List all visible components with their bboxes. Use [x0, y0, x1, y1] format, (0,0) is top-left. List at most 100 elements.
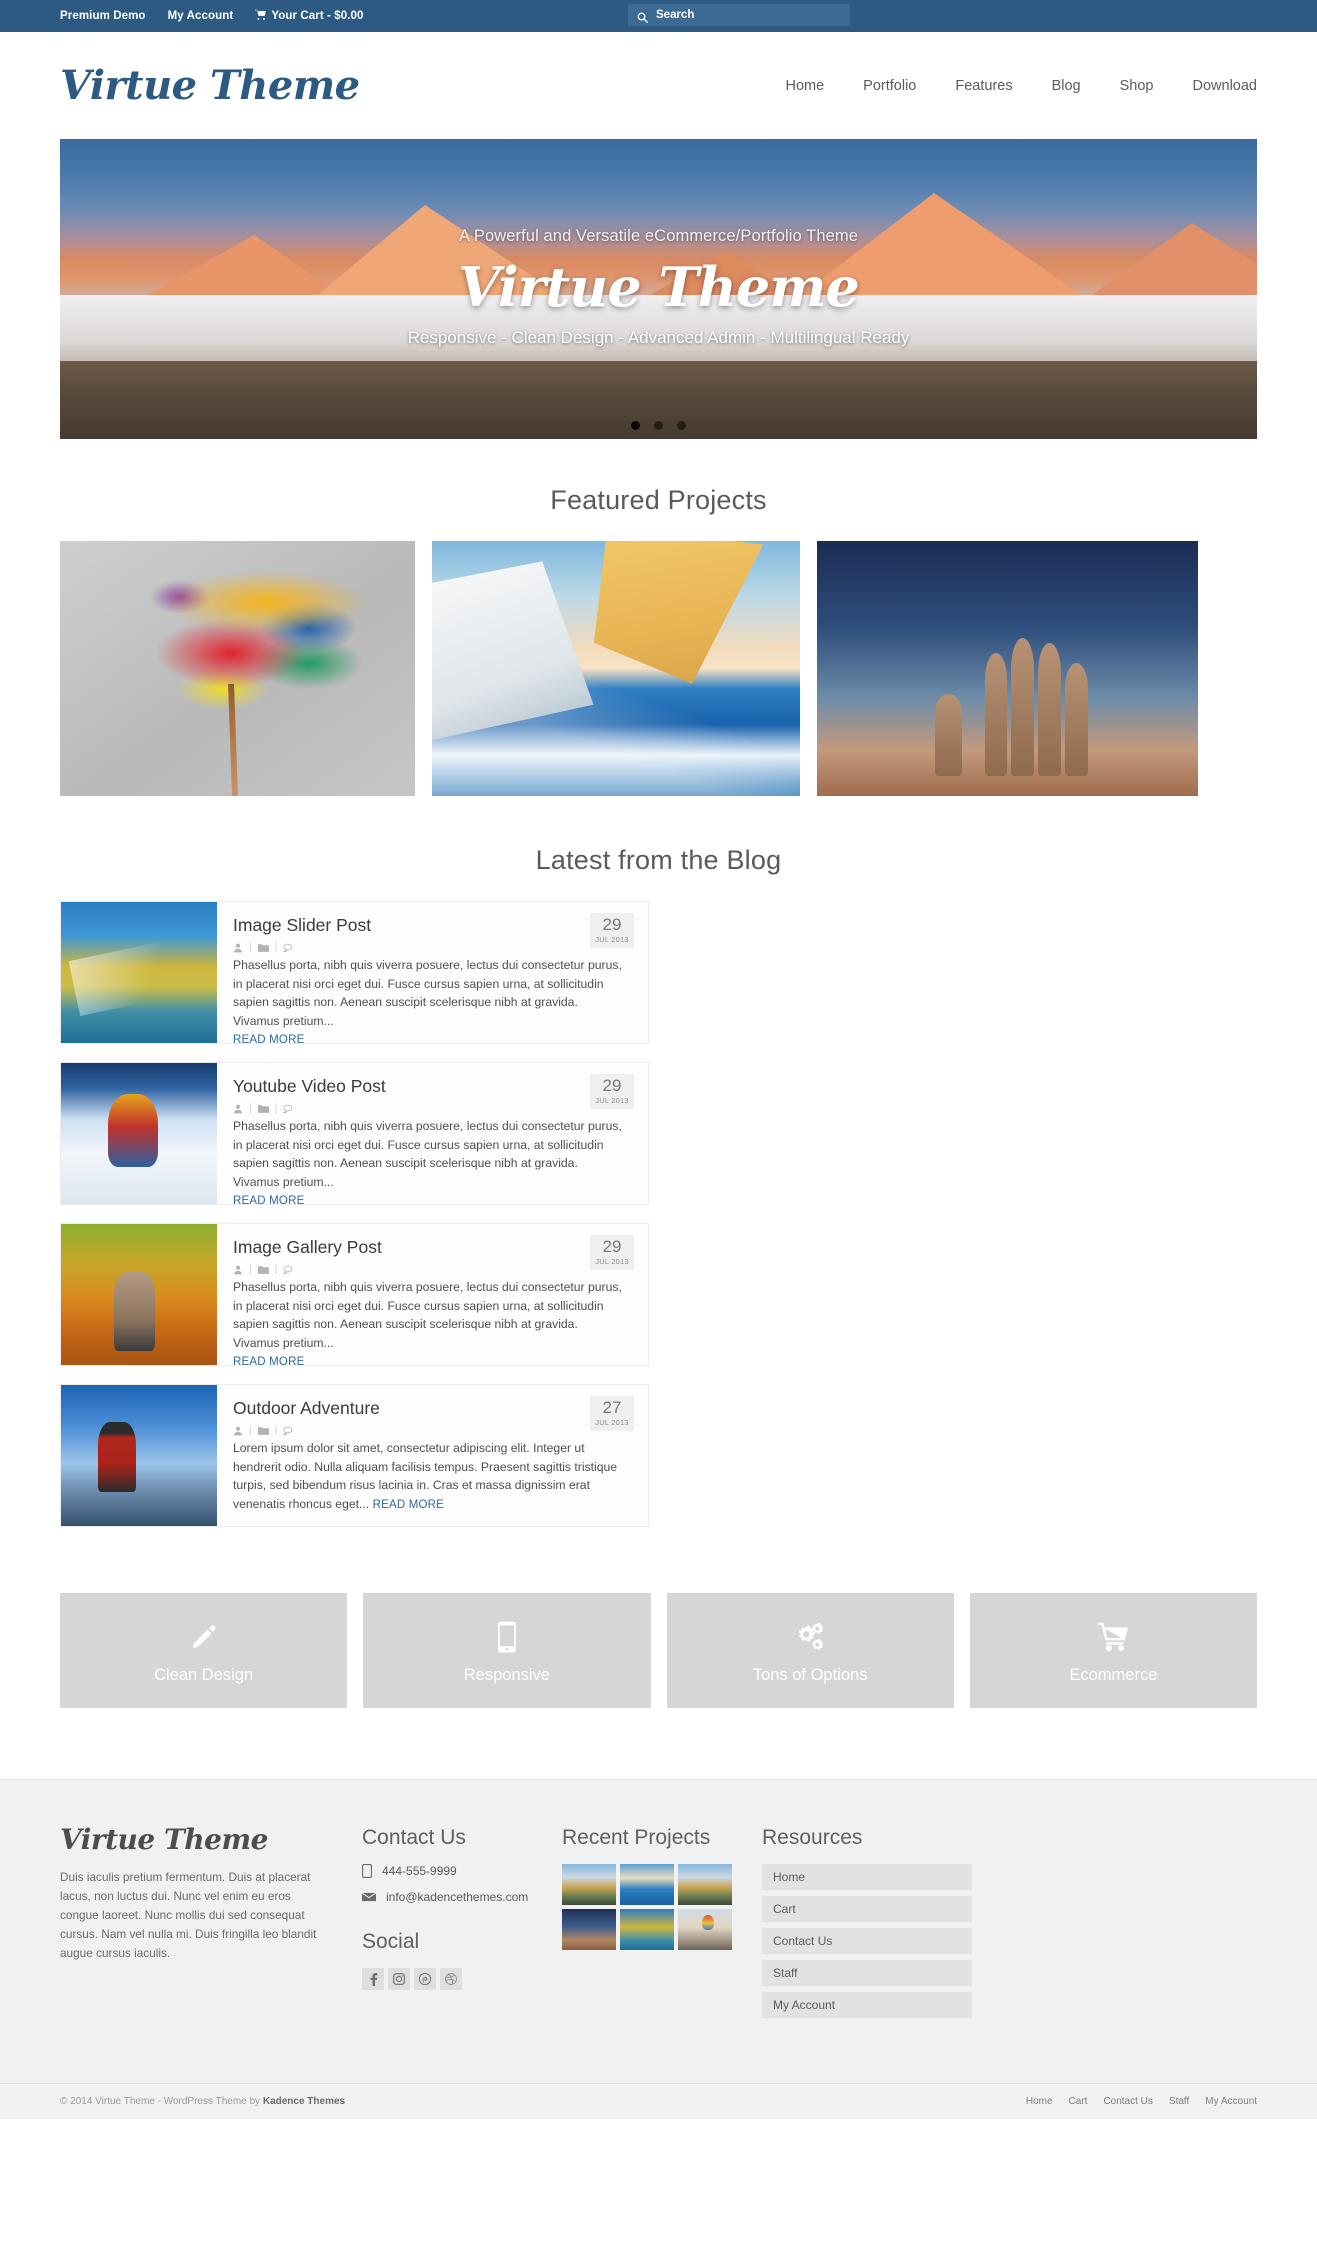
- blog-post-card[interactable]: Outdoor Adventure 27 JUL 2013 | | Lorem …: [60, 1384, 649, 1527]
- hero-subtitle-top: A Powerful and Versatile eCommerce/Portf…: [458, 227, 859, 245]
- blog-post-card[interactable]: Image Gallery Post 29 JUL 2013 | | Phase…: [60, 1223, 649, 1366]
- feature-box-label: Clean Design: [154, 1666, 254, 1684]
- post-date-day: 29: [602, 1076, 622, 1095]
- recent-project-thumb[interactable]: [620, 1909, 674, 1950]
- post-date-day: 27: [602, 1398, 622, 1417]
- recent-project-thumb[interactable]: [678, 1909, 732, 1950]
- post-date-month: JUL 2013: [595, 1257, 629, 1266]
- category-icon[interactable]: [257, 1104, 269, 1114]
- post-title[interactable]: Youtube Video Post: [233, 1076, 632, 1096]
- recent-project-thumb[interactable]: [562, 1864, 616, 1905]
- category-icon[interactable]: [257, 943, 269, 953]
- category-icon[interactable]: [257, 1426, 269, 1436]
- footer-phone-row[interactable]: 444-555-9999: [362, 1864, 562, 1878]
- search-box[interactable]: [628, 4, 850, 26]
- slider-pagination[interactable]: [60, 421, 1257, 430]
- nav-item-portfolio[interactable]: Portfolio: [863, 78, 916, 94]
- post-thumbnail[interactable]: [61, 1063, 217, 1204]
- feature-box-clean-design[interactable]: Clean Design: [60, 1593, 348, 1708]
- comment-icon[interactable]: [283, 1265, 294, 1275]
- site-logo[interactable]: Virtue Theme: [60, 65, 360, 106]
- comment-icon[interactable]: [283, 943, 294, 953]
- instagram-icon[interactable]: [388, 1968, 410, 1990]
- footer-recent-projects-column: Recent Projects: [562, 1826, 762, 2018]
- feature-box-responsive[interactable]: Responsive: [363, 1593, 651, 1708]
- comment-icon[interactable]: [283, 1104, 294, 1114]
- resource-item-my-account[interactable]: My Account: [762, 1992, 972, 2018]
- slider-dot-3[interactable]: [677, 421, 686, 430]
- recent-project-thumb[interactable]: [562, 1909, 616, 1950]
- category-icon[interactable]: [257, 1265, 269, 1275]
- author-icon[interactable]: [233, 943, 243, 953]
- post-thumbnail[interactable]: [61, 902, 217, 1043]
- search-input[interactable]: [656, 9, 841, 21]
- copyright-nav-home[interactable]: Home: [1026, 2096, 1053, 2107]
- post-excerpt-text: Phasellus porta, nibh quis viverra posue…: [233, 958, 622, 1028]
- resource-item-contact-us[interactable]: Contact Us: [762, 1928, 972, 1954]
- copyright-nav-staff[interactable]: Staff: [1169, 2096, 1189, 2107]
- post-meta: | |: [233, 942, 632, 953]
- top-link-premium-demo[interactable]: Premium Demo: [60, 10, 146, 22]
- dribbble-icon[interactable]: [440, 1968, 462, 1990]
- top-link-label: Premium Demo: [60, 10, 146, 22]
- nav-item-blog[interactable]: Blog: [1052, 78, 1081, 94]
- post-title[interactable]: Image Gallery Post: [233, 1237, 632, 1257]
- nav-item-download[interactable]: Download: [1193, 78, 1258, 94]
- resource-item-home[interactable]: Home: [762, 1864, 972, 1890]
- blog-post-card[interactable]: Image Slider Post 29 JUL 2013 | | Phasel…: [60, 901, 649, 1044]
- footer-logo[interactable]: Virtue Theme: [60, 1826, 330, 1854]
- resource-item-staff[interactable]: Staff: [762, 1960, 972, 1986]
- footer-contact-column: Contact Us 444-555-9999 info@kadencethem…: [362, 1826, 562, 2018]
- recent-project-thumb[interactable]: [620, 1864, 674, 1905]
- project-paint-splash[interactable]: [60, 541, 415, 796]
- envelope-icon: [362, 1892, 376, 1902]
- nav-item-features[interactable]: Features: [955, 78, 1012, 94]
- footer-about-column: Virtue Theme Duis iaculis pretium fermen…: [60, 1826, 330, 2018]
- read-more-link[interactable]: READ MORE: [233, 1356, 304, 1365]
- top-link-your-cart[interactable]: Your Cart - $0.00: [255, 9, 363, 23]
- meta-separator: |: [249, 1103, 252, 1115]
- post-thumbnail[interactable]: [61, 1385, 217, 1526]
- paint-splash-image: [60, 541, 415, 796]
- post-title[interactable]: Image Slider Post: [233, 915, 632, 935]
- copyright-nav-cart[interactable]: Cart: [1069, 2096, 1088, 2107]
- blog-post-card[interactable]: Youtube Video Post 29 JUL 2013 | | Phase…: [60, 1062, 649, 1205]
- copyright-nav-my-account[interactable]: My Account: [1205, 2096, 1257, 2107]
- post-meta: | |: [233, 1425, 632, 1436]
- nav-item-shop[interactable]: Shop: [1120, 78, 1154, 94]
- copyright-brand[interactable]: Kadence Themes: [263, 2096, 345, 2107]
- phone-icon: [362, 1864, 372, 1878]
- facebook-icon[interactable]: [362, 1968, 384, 1990]
- read-more-link[interactable]: READ MORE: [233, 1034, 304, 1043]
- pinterest-icon[interactable]: [414, 1968, 436, 1990]
- project-hand-sculpture[interactable]: [817, 541, 1198, 796]
- top-link-my-account[interactable]: My Account: [168, 10, 234, 22]
- nav-item-home[interactable]: Home: [785, 78, 824, 94]
- author-icon[interactable]: [233, 1104, 243, 1114]
- footer-contact-heading: Contact Us: [362, 1826, 466, 1849]
- post-thumbnail[interactable]: [61, 1224, 217, 1365]
- footer-resources-heading: Resources: [762, 1826, 863, 1849]
- feature-box-ecommerce[interactable]: Ecommerce: [969, 1593, 1257, 1708]
- feature-box-label: Responsive: [463, 1666, 550, 1684]
- author-icon[interactable]: [233, 1265, 243, 1275]
- resource-item-cart[interactable]: Cart: [762, 1896, 972, 1922]
- post-title[interactable]: Outdoor Adventure: [233, 1398, 632, 1418]
- slider-dot-2[interactable]: [654, 421, 663, 430]
- copyright-bar: © 2014 Virtue Theme - WordPress Theme by…: [0, 2083, 1317, 2119]
- latest-blog-title: Latest from the Blog: [535, 845, 782, 875]
- read-more-link[interactable]: READ MORE: [233, 1195, 304, 1204]
- footer-email-row[interactable]: info@kadencethemes.com: [362, 1890, 562, 1904]
- slider-dot-1[interactable]: [631, 421, 640, 430]
- project-sailboat[interactable]: [432, 541, 800, 796]
- author-icon[interactable]: [233, 1426, 243, 1436]
- copyright-nav-contact-us[interactable]: Contact Us: [1103, 2096, 1152, 2107]
- hero-slider[interactable]: A Powerful and Versatile eCommerce/Portf…: [60, 139, 1257, 439]
- meta-separator: |: [274, 942, 278, 954]
- feature-box-tons-of-options[interactable]: Tons of Options: [666, 1593, 954, 1708]
- footer-recent-heading: Recent Projects: [562, 1826, 711, 1849]
- comment-icon[interactable]: [283, 1426, 294, 1436]
- read-more-link[interactable]: READ MORE: [373, 1499, 444, 1511]
- recent-project-thumb[interactable]: [678, 1864, 732, 1905]
- post-date-month: JUL 2013: [595, 935, 629, 944]
